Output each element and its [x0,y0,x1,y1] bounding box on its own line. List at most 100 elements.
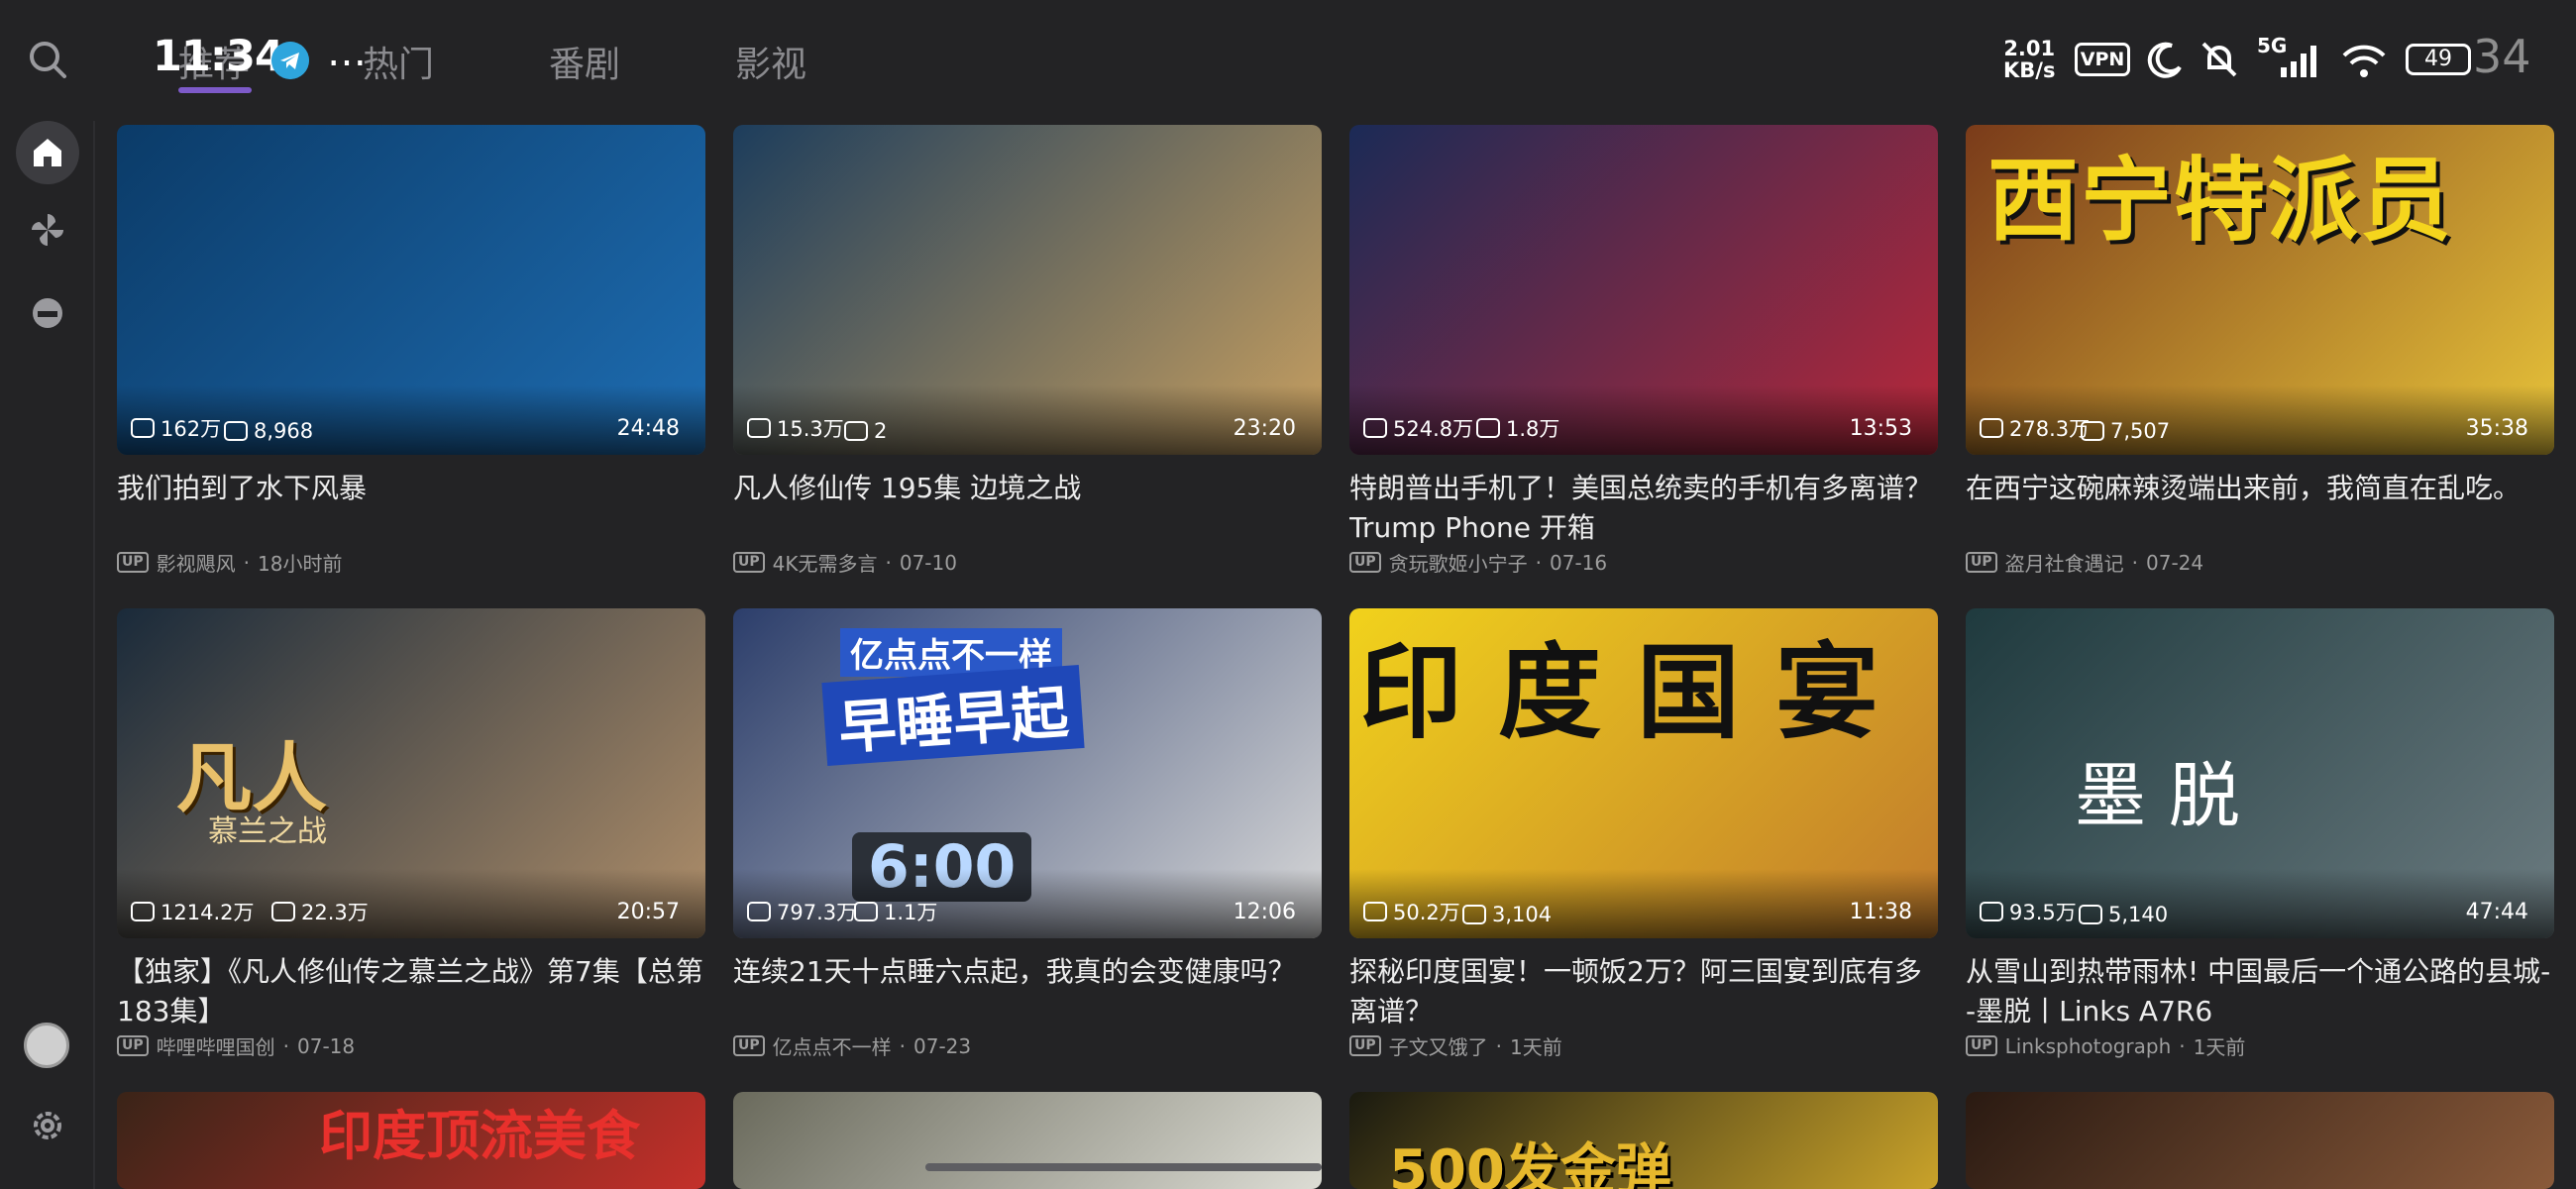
video-thumbnail[interactable]: 15.3万 2 23:20 [733,125,1322,455]
video-duration: 47:44 [2465,900,2528,924]
thumbnail-text: 印度国宴 [1359,632,1915,753]
video-card[interactable] [733,1092,1322,1189]
video-card[interactable]: 墨 脱 93.5万 5,140 47:44 从雪山到热带雨林! 中国最后一个通公… [1966,608,2554,1060]
video-meta: UP 4K无需多言 · 07-10 [733,548,1322,577]
settings-gear-icon[interactable] [28,1106,67,1145]
video-card[interactable]: 西宁特派员 278.3万 7,507 35:38 在西宁这碗麻辣烫端出来前，我简… [1966,125,2554,577]
publish-date: 07-10 [899,550,957,575]
view-count: 524.8万 [1363,413,1473,443]
network-speed-unit: KB/s [2003,58,2056,82]
thumbnail-subtext: 早睡早起 [821,665,1085,766]
publish-date: 07-23 [913,1033,972,1058]
up-badge: UP [1349,1035,1381,1056]
video-card[interactable]: 15.3万 2 23:20 凡人修仙传 195集 边境之战 UP 4K无需多言 · 0… [733,125,1322,577]
video-title[interactable]: 【独家】《凡人修仙传之慕兰之战》第7集【总第183集】 [117,952,705,1031]
signal-icon [2281,46,2316,77]
video-title[interactable]: 凡人修仙传 195集 边境之战 [733,469,1322,548]
home-button[interactable] [16,121,79,184]
tab-movies[interactable]: 影视 [735,36,806,87]
uploader-name[interactable]: 4K无需多言 [773,548,878,577]
video-title[interactable]: 特朗普出手机了！美国总统卖的手机有多离谱？Trump Phone 开箱 [1349,469,1938,548]
video-meta: UP 亿点点不一样 · 07-23 [733,1031,1322,1060]
video-thumbnail[interactable]: 印度国宴 50.2万 3,104 11:38 [1349,608,1938,938]
tab-bangumi[interactable]: 番剧 [549,36,620,87]
danmaku-count: 7,507 [2081,419,2170,443]
video-thumbnail[interactable] [1966,1092,2554,1189]
publish-date: 18小时前 [258,552,343,576]
video-title[interactable]: 连续21天十点睡六点起，我真的会变健康吗？ [733,952,1322,1031]
video-meta: UP 子文又饿了 · 1天前 [1349,1031,1938,1060]
video-thumbnail[interactable]: 凡人 慕兰之战 1214.2万 22.3万 20:57 [117,608,705,938]
up-badge: UP [1349,552,1381,573]
video-thumbnail[interactable]: 162万 8,968 24:48 [117,125,705,455]
video-card[interactable]: 凡人 慕兰之战 1214.2万 22.3万 20:57 【独家】《凡人修仙传之慕… [117,608,705,1060]
view-count: 93.5万 [1980,897,2077,926]
telegram-icon [271,42,309,79]
pinwheel-icon[interactable] [28,210,67,250]
user-avatar[interactable] [24,1023,69,1068]
video-thumbnail[interactable]: 印度顶流美食 [117,1092,705,1189]
uploader-name[interactable]: 盗月社食遇记 [2005,548,2124,577]
more-notifications-icon: … [327,30,367,75]
video-title[interactable]: 探秘印度国宴！一顿饭2万？阿三国宴到底有多离谱？ [1349,952,1938,1031]
danmaku-count: 1.8万 [1476,413,1559,443]
uploader-name[interactable]: 亿点点不一样 [773,1031,892,1060]
wifi-icon [2342,45,2386,77]
video-duration: 24:48 [616,416,680,441]
vpn-badge: VPN [2075,43,2130,76]
video-meta: UP Linksphotograph · 1天前 [1966,1031,2554,1060]
channel-icon[interactable] [28,293,67,333]
uploader-name[interactable]: 哔哩哔哩国创 [157,1031,275,1060]
video-duration: 11:38 [1849,900,1912,924]
video-card[interactable] [1966,1092,2554,1189]
video-duration: 23:20 [1233,416,1296,441]
video-meta: UP 盗月社食遇记 · 07-24 [1966,548,2554,577]
thumbnail-text: 印度顶流美食 [319,1105,640,1167]
video-card[interactable]: 亿点点不一样 早睡早起 6:00 797.3万 1.1万 12:06 连续21天… [733,608,1322,1060]
video-card[interactable]: 印度顶流美食 [117,1092,705,1189]
video-card[interactable]: 524.8万 1.8万 13:53 特朗普出手机了！美国总统卖的手机有多离谱？T… [1349,125,1938,577]
video-card[interactable]: 500发金弹 [1349,1092,1938,1189]
video-title[interactable]: 我们拍到了水下风暴 [117,469,705,548]
view-count: 1214.2万 [131,897,254,926]
danmaku-count: 8,968 [224,419,313,443]
video-duration: 20:57 [616,900,680,924]
left-sidebar [0,121,95,1189]
status-clock-ghost: 34 [2473,30,2531,83]
search-icon[interactable] [26,38,69,81]
video-thumbnail[interactable] [733,1092,1322,1189]
network-speed: 2.01 KB/s [2003,38,2055,81]
mute-bell-icon [2201,42,2237,77]
video-meta: UP 贪玩歌姬小宁子 · 07-16 [1349,548,1938,577]
uploader-name[interactable]: 子文又饿了 [1389,1031,1488,1060]
video-card[interactable]: 印度国宴 50.2万 3,104 11:38 探秘印度国宴！一顿饭2万？阿三国宴… [1349,608,1938,1060]
uploader-name[interactable]: 影视飓风 [157,548,236,577]
video-duration: 35:38 [2465,416,2528,441]
moon-icon [2147,42,2182,78]
danmaku-count: 2 [844,419,887,443]
up-badge: UP [117,1035,149,1056]
video-thumbnail[interactable]: 500发金弹 [1349,1092,1938,1189]
video-duration: 13:53 [1849,416,1912,441]
view-count: 15.3万 [747,413,844,443]
tab-hot[interactable]: 热门 [363,36,434,87]
up-badge: UP [1966,1035,1997,1056]
thumbnail-subtext: 慕兰之战 [208,814,327,849]
view-count: 50.2万 [1363,897,1460,926]
up-badge: UP [1966,552,1997,573]
view-count: 278.3万 [1980,413,2090,443]
video-title[interactable]: 从雪山到热带雨林! 中国最后一个通公路的县城--墨脱丨Links A7R6 [1966,952,2554,1031]
view-count: 797.3万 [747,897,857,926]
video-thumbnail[interactable]: 西宁特派员 278.3万 7,507 35:38 [1966,125,2554,455]
uploader-name[interactable]: 贪玩歌姬小宁子 [1389,548,1528,577]
uploader-name[interactable]: Linksphotograph [2005,1034,2172,1058]
publish-date: 07-24 [2146,550,2204,575]
publish-date: 07-18 [297,1033,356,1058]
gesture-bar[interactable] [925,1163,1322,1171]
thumbnail-text: 500发金弹 [1389,1138,1671,1189]
video-thumbnail[interactable]: 墨 脱 93.5万 5,140 47:44 [1966,608,2554,938]
video-card[interactable]: 162万 8,968 24:48 我们拍到了水下风暴 UP 影视飓风 · 18小时前 [117,125,705,577]
video-thumbnail[interactable]: 亿点点不一样 早睡早起 6:00 797.3万 1.1万 12:06 [733,608,1322,938]
video-thumbnail[interactable]: 524.8万 1.8万 13:53 [1349,125,1938,455]
video-title[interactable]: 在西宁这碗麻辣烫端出来前，我简直在乱吃。 [1966,469,2554,548]
